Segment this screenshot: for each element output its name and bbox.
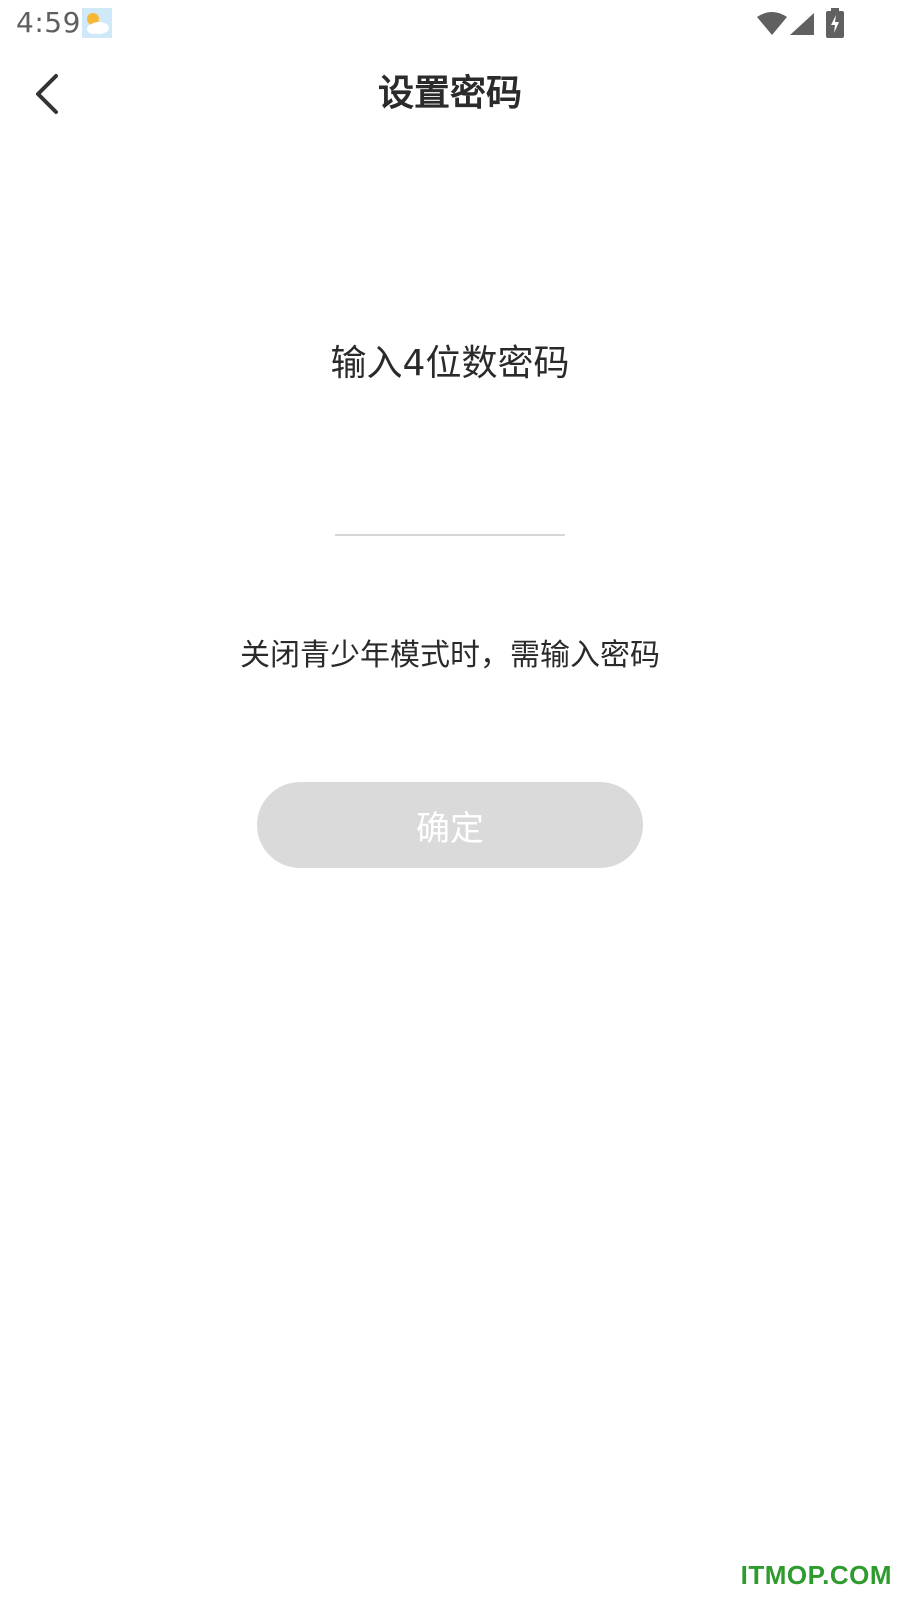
pin-input[interactable] xyxy=(335,490,565,536)
screen: 4:59 设置密码 输入4位数密码 关闭青少年模式时，需输入密码 确定 ITMO… xyxy=(0,0,900,1600)
battery-charging-icon xyxy=(826,8,844,38)
watermark: ITMOP.COM xyxy=(740,1560,892,1590)
pin-prompt: 输入4位数密码 xyxy=(330,343,570,384)
pin-hint: 关闭青少年模式时，需输入密码 xyxy=(240,638,660,673)
status-bar: 4:59 xyxy=(0,0,900,48)
weather-icon xyxy=(82,8,112,38)
wifi-icon xyxy=(757,12,787,35)
confirm-button[interactable]: 确定 xyxy=(257,782,643,868)
signal-icon xyxy=(790,13,814,35)
top-bar: 设置密码 xyxy=(0,60,900,128)
page-title: 设置密码 xyxy=(377,73,522,114)
status-time: 4:59 xyxy=(16,6,81,39)
